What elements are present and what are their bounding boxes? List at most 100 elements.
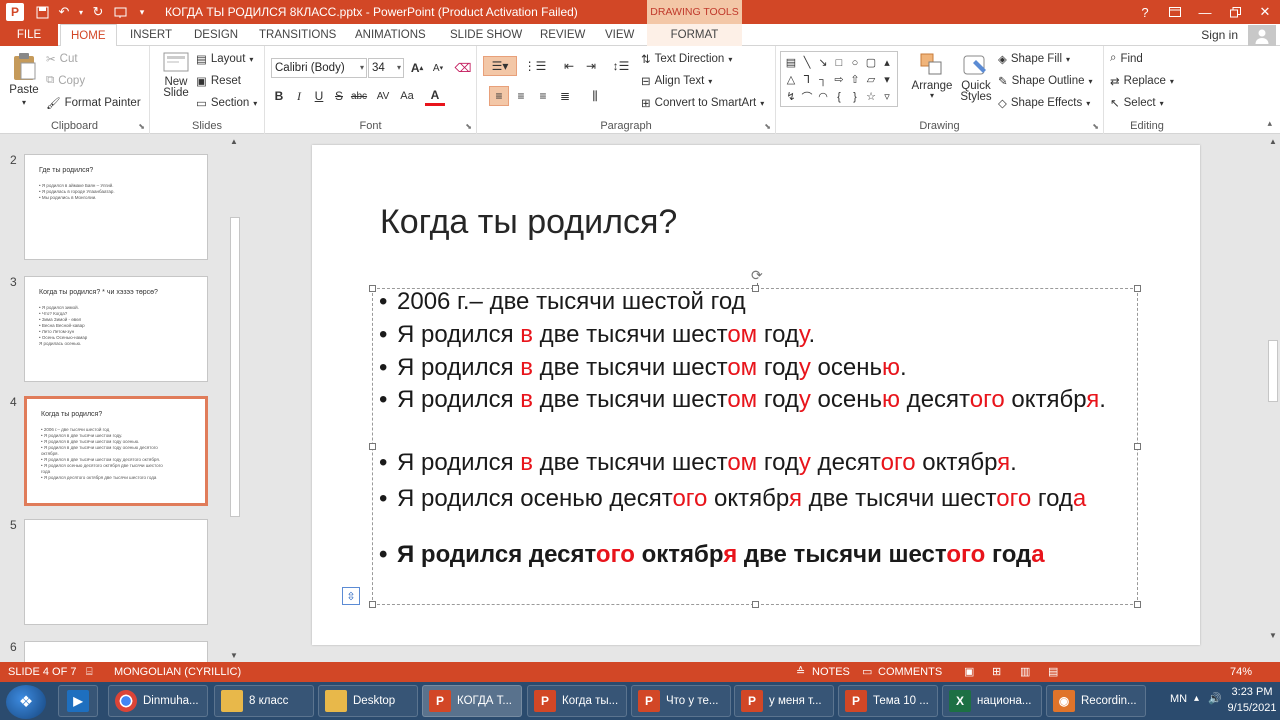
strikethrough-icon[interactable]: abc [349, 86, 369, 106]
align-right-icon[interactable]: ≡ [533, 86, 553, 106]
layout-button[interactable]: ▤ Layout ▾ [196, 52, 253, 66]
taskbar-item[interactable]: Pу меня т... [734, 685, 834, 717]
shape-up-arrow-icon[interactable]: ⇧ [847, 71, 863, 88]
resize-handle-nw[interactable] [369, 285, 376, 292]
editor-scrollbar[interactable]: ▲ ▼ [1266, 135, 1280, 662]
bullet-item[interactable]: Я родился осенью десятого октября две ты… [379, 486, 1129, 511]
minimize-icon[interactable]: — [1190, 0, 1220, 24]
taskbar-item[interactable]: ◉ Recordin... [1046, 685, 1146, 717]
reset-button[interactable]: ▣ Reset [196, 74, 241, 88]
comments-icon[interactable]: ▭ [862, 662, 872, 682]
line-spacing-icon[interactable]: ↕☰ [607, 56, 635, 76]
cut-button[interactable]: ✂ Cut [46, 52, 78, 66]
shadow-icon[interactable]: S [329, 86, 349, 106]
shape-arc-icon[interactable]: ◠ [815, 88, 831, 105]
shape-connector-icon[interactable]: ┐ [815, 71, 831, 88]
gallery-down-icon[interactable]: ▾ [879, 71, 895, 88]
shape-outline-button[interactable]: ✎ Shape Outline ▾ [998, 74, 1093, 88]
shape-fill-button[interactable]: ◈ Shape Fill ▾ [998, 52, 1070, 66]
slide-canvas[interactable]: Когда ты родился? ⟳ 2006 г.– две тысячи … [312, 145, 1200, 645]
increase-indent-icon[interactable]: ⇥ [581, 56, 601, 76]
shape-right-arrow-icon[interactable]: ⇨ [831, 71, 847, 88]
user-avatar-icon[interactable] [1248, 25, 1276, 46]
shape-rectangle-icon[interactable]: □ [831, 54, 847, 71]
slide-thumbnail[interactable]: Когда ты родился? • 2006 г.– две тысячи ш… [24, 396, 208, 506]
autofit-options-icon[interactable]: ⇳ [342, 587, 360, 605]
shape-callout-icon[interactable]: ▱ [863, 71, 879, 88]
taskbar-item[interactable]: P КОГДА Т... [422, 685, 522, 717]
editor-scroll-up-icon[interactable]: ▲ [1269, 137, 1277, 146]
reading-view-icon[interactable]: ▥ [1020, 662, 1030, 682]
change-case-icon[interactable]: Aa [397, 86, 417, 106]
tab-slide-show[interactable]: SLIDE SHOW [440, 24, 532, 46]
clock-date[interactable]: 9/15/2021 [1224, 702, 1280, 714]
bullet-item[interactable]: Я родился в две тысячи шестом году осень… [379, 355, 1129, 380]
columns-icon[interactable]: ⫼ [585, 86, 605, 106]
normal-view-icon[interactable]: ▣ [964, 662, 974, 682]
tray-arrow-icon[interactable]: ▴ [1194, 693, 1199, 704]
shape-rounded-rect-icon[interactable]: ▢ [863, 54, 879, 71]
convert-smartart-button[interactable]: ⊞ Convert to SmartArt ▾ [641, 96, 764, 110]
shape-brace-right-icon[interactable]: } [847, 88, 863, 105]
numbering-icon[interactable]: ⋮☰ [521, 56, 549, 76]
tab-view[interactable]: VIEW [595, 24, 644, 46]
redo-icon[interactable]: ↻ [88, 2, 108, 22]
bullet-item[interactable]: 2006 г.– две тысячи шестой год [379, 289, 1129, 314]
zoom-level[interactable]: 74% [1230, 662, 1252, 682]
collapse-ribbon-icon[interactable]: ▴ [1267, 118, 1272, 129]
font-dialog-launcher-icon[interactable]: ⬊ [465, 122, 472, 131]
tab-format[interactable]: FORMAT [647, 24, 742, 46]
shape-bracket-icon[interactable]: ↯ [783, 88, 799, 105]
sign-in-link[interactable]: Sign in [1201, 24, 1238, 46]
gallery-up-icon[interactable]: ▴ [879, 54, 895, 71]
shape-star-icon[interactable]: ☆ [863, 88, 879, 105]
resize-handle-se[interactable] [1134, 601, 1141, 608]
restore-icon[interactable] [1220, 0, 1250, 24]
align-text-button[interactable]: ⊟ Align Text ▾ [641, 74, 712, 88]
save-icon[interactable] [32, 2, 52, 22]
gallery-more-icon[interactable]: ▿ [879, 88, 895, 105]
shape-curve-icon[interactable]: ⌒ [799, 88, 815, 105]
align-left-icon[interactable]: ≡ [489, 86, 509, 106]
decrease-font-icon[interactable]: A ▾ [428, 58, 448, 78]
volume-icon[interactable]: 🔊 [1208, 692, 1222, 705]
font-name-select[interactable]: Calibri (Body) ▾ [271, 58, 367, 78]
shape-brace-left-icon[interactable]: { [831, 88, 847, 105]
resize-handle-w[interactable] [369, 443, 376, 450]
bold-icon[interactable]: B [269, 86, 289, 106]
slide-thumbnail[interactable]: Когда ты родился? * чи хэзээ төрсө? • Я р… [24, 276, 208, 382]
taskbar-item[interactable]: P Тема 10 ... [838, 685, 938, 717]
font-size-select[interactable]: 34 ▾ [368, 58, 404, 78]
text-direction-button[interactable]: ⇅ Text Direction ▾ [641, 52, 732, 66]
underline-icon[interactable]: U [309, 86, 329, 106]
copy-button[interactable]: ⧉ Copy [46, 74, 85, 87]
taskbar-item[interactable]: Desktop [318, 685, 418, 717]
section-button[interactable]: ▭ Section ▾ [196, 96, 257, 110]
close-icon[interactable]: ✕ [1250, 0, 1280, 24]
select-button[interactable]: ↖ Select ▾ [1110, 96, 1164, 110]
taskbar-item[interactable]: Xнациона... [942, 685, 1042, 717]
help-icon[interactable]: ? [1130, 0, 1160, 24]
tab-animations[interactable]: ANIMATIONS [345, 24, 436, 46]
clock-time[interactable]: 3:23 PM [1228, 686, 1276, 698]
slideshow-view-icon[interactable]: ▤ [1048, 662, 1058, 682]
rotate-handle-icon[interactable]: ⟳ [751, 267, 763, 284]
justify-icon[interactable]: ≣ [555, 86, 575, 106]
replace-button[interactable]: ⇄ Replace ▾ [1110, 74, 1174, 88]
start-button-icon[interactable]: ❖ [6, 685, 46, 719]
tab-insert[interactable]: INSERT [120, 24, 182, 46]
taskbar-item[interactable]: 8 класс [214, 685, 314, 717]
bullets-icon[interactable]: ☰▾ [483, 56, 517, 76]
shape-line-icon[interactable]: ╲ [799, 54, 815, 71]
customize-qat-icon[interactable]: ▾ [132, 2, 152, 22]
undo-icon[interactable]: ↶ [54, 2, 74, 22]
taskbar-item[interactable]: P Что у те... [631, 685, 731, 717]
bullet-item[interactable]: Я родился десятого октября две тысячи ше… [379, 542, 1129, 567]
find-button[interactable]: ⌕ Find [1110, 52, 1143, 65]
drawing-dialog-launcher-icon[interactable]: ⬊ [1092, 122, 1099, 131]
clear-formatting-icon[interactable]: ⌫ [453, 58, 473, 78]
tab-transitions[interactable]: TRANSITIONS [249, 24, 346, 46]
slide-thumbnail[interactable] [24, 641, 208, 662]
start-from-beginning-icon[interactable] [110, 2, 130, 22]
resize-handle-e[interactable] [1134, 443, 1141, 450]
